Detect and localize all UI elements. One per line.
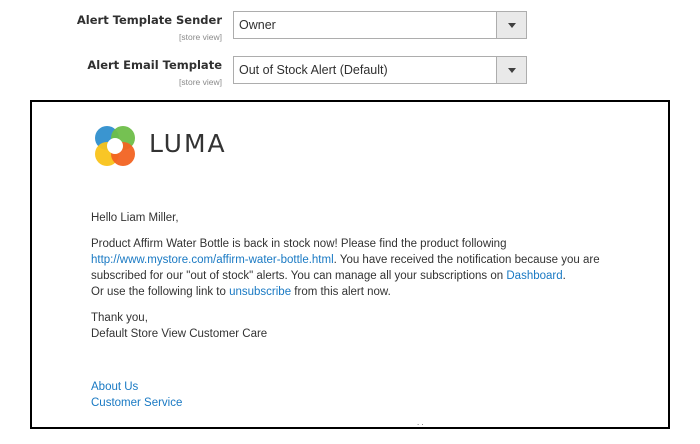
- alert-email-template-select[interactable]: Out of Stock Alert (Default): [233, 56, 527, 84]
- alert-template-sender-scope: [store view]: [179, 32, 222, 42]
- product-link[interactable]: http://www.mystore.com/affirm-water-bott…: [91, 254, 334, 266]
- alert-template-sender-select[interactable]: Owner: [233, 11, 527, 39]
- about-us-link[interactable]: About Us: [91, 381, 138, 393]
- chevron-down-icon: [508, 23, 516, 28]
- footer-dots: . .: [417, 418, 424, 427]
- greeting: Hello Liam Miller,: [91, 212, 179, 224]
- notification-text-1: Product Affirm Water Bottle is back in s…: [91, 238, 507, 250]
- alert-template-sender-row: Alert Template Sender [store view] Owner: [0, 10, 700, 42]
- chevron-down-icon: [508, 68, 516, 73]
- signature-text: Default Store View Customer Care: [91, 328, 268, 340]
- email-preview: LUMA Hello Liam Miller, Product Affirm W…: [30, 100, 670, 429]
- notification-text-4: Or use the following link to: [91, 286, 230, 298]
- alert-email-template-label: Alert Email Template: [87, 58, 222, 72]
- alert-email-template-row: Alert Email Template [store view] Out of…: [0, 55, 700, 87]
- dashboard-link[interactable]: Dashboard: [506, 270, 562, 282]
- alert-email-template-value: Out of Stock Alert (Default): [239, 63, 388, 77]
- notification-text-3: .: [562, 270, 566, 282]
- notification-paragraph: Product Affirm Water Bottle is back in s…: [91, 236, 651, 300]
- alert-email-template-scope: [store view]: [179, 77, 222, 87]
- notification-text-5: from this alert now.: [291, 286, 391, 298]
- footer-links: About Us Customer Service: [91, 379, 182, 411]
- email-body: Hello Liam Miller, Product Affirm Water …: [91, 210, 651, 352]
- alert-template-sender-value: Owner: [239, 18, 276, 32]
- thanks-text: Thank you,: [91, 312, 148, 324]
- unsubscribe-link[interactable]: unsubscribe: [229, 286, 291, 298]
- logo-text: LUMA: [149, 129, 227, 158]
- alert-email-template-dropdown-button[interactable]: [496, 57, 526, 83]
- alert-template-sender-dropdown-button[interactable]: [496, 12, 526, 38]
- closing: Thank you, Default Store View Customer C…: [91, 310, 651, 342]
- customer-service-link[interactable]: Customer Service: [91, 397, 182, 409]
- alert-template-sender-label: Alert Template Sender: [76, 13, 222, 27]
- luma-logo-icon: [95, 126, 135, 166]
